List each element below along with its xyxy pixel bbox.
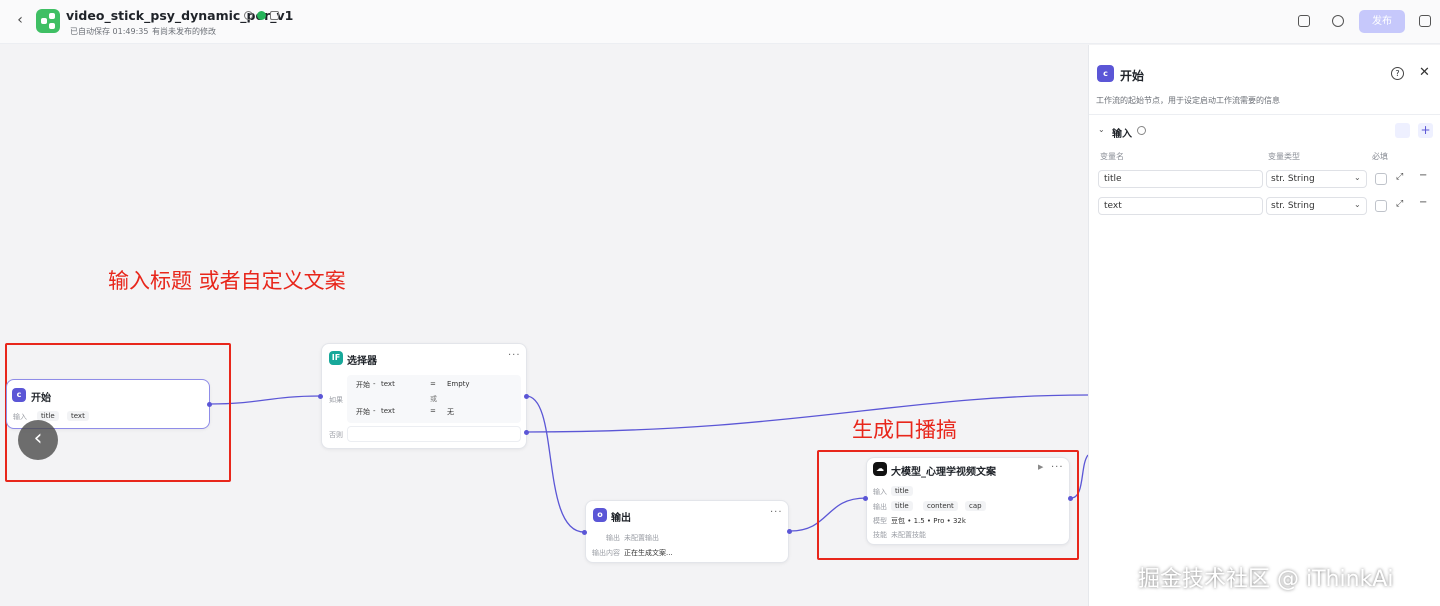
panel-title: 开始: [1120, 69, 1145, 83]
llm-input-label: 输入: [873, 488, 887, 496]
panel-start-icon: c: [1097, 65, 1114, 82]
publish-button[interactable]: 发布: [1359, 10, 1405, 33]
output-node-icon: o: [593, 508, 607, 522]
close-icon[interactable]: ✕: [1419, 65, 1430, 80]
input-section-title: 输入: [1112, 129, 1132, 140]
cond2-sep: -: [373, 407, 376, 415]
expand-icon[interactable]: ⤢: [1396, 199, 1403, 209]
workflow-logo-icon: [36, 9, 60, 33]
copy-icon[interactable]: [1298, 15, 1310, 27]
output-output-port[interactable]: [787, 529, 792, 534]
start-node-title: 开始: [31, 393, 51, 404]
cond1-value[interactable]: Empty: [447, 380, 470, 388]
content-value: 正在生成文案...: [624, 549, 673, 557]
more-icon[interactable]: ···: [508, 350, 521, 361]
col-name-header: 变量名: [1100, 152, 1124, 161]
llm-node[interactable]: ☁ 大模型_心理学视频文案 ▶ ··· 输入 title 输出 title co…: [866, 457, 1070, 545]
panel-description: 工作流的起始节点，用于设定启动工作流需要的信息: [1096, 96, 1280, 105]
verified-icon: [257, 11, 266, 20]
annotation-input-note: 输入标题 或者自定义文案: [108, 269, 346, 293]
llm-output-chip: content: [923, 501, 958, 511]
help-icon[interactable]: ?: [1391, 67, 1404, 80]
variable-type-select[interactable]: str. String: [1266, 170, 1367, 188]
remove-icon[interactable]: −: [1419, 197, 1427, 208]
chevron-down-icon: ⌄: [1354, 173, 1361, 182]
cond1-var[interactable]: text: [381, 380, 395, 388]
unpublished-status: 有尚未发布的修改: [152, 27, 216, 36]
history-icon[interactable]: [1332, 15, 1344, 27]
selector-node[interactable]: IF 选择器 ··· 如果 开始 - text = Empty 或 开始 - t…: [321, 343, 527, 449]
selector-else-port[interactable]: [524, 430, 529, 435]
info-icon[interactable]: [1137, 126, 1146, 135]
divider: [1089, 114, 1440, 115]
output-value: 未配置输出: [624, 534, 659, 542]
variable-name-input[interactable]: text: [1098, 197, 1263, 215]
llm-output-chip: title: [891, 501, 913, 511]
llm-output-chip: cap: [965, 501, 986, 511]
top-bar: ‹ video_stick_psy_dynamic_por_v1 已自动保存 0…: [0, 0, 1440, 44]
cond2-op[interactable]: =: [430, 407, 436, 415]
output-label: 输出: [606, 534, 620, 542]
llm-model-label: 模型: [873, 517, 887, 525]
variable-name-input[interactable]: title: [1098, 170, 1263, 188]
cond2-value[interactable]: 无: [447, 407, 454, 417]
chevron-down-icon: ⌄: [1354, 200, 1361, 209]
more-icon[interactable]: ···: [770, 507, 783, 518]
selector-node-title: 选择器: [347, 356, 377, 367]
required-checkbox[interactable]: [1375, 173, 1387, 185]
start-chip: text: [67, 411, 89, 421]
cond1-op[interactable]: =: [430, 380, 436, 388]
required-checkbox[interactable]: [1375, 200, 1387, 212]
remove-icon[interactable]: −: [1419, 170, 1427, 181]
content-label: 输出内容: [592, 549, 620, 557]
edge-selector-else: [525, 394, 1088, 433]
llm-model-value[interactable]: 豆包 • 1.5 • Pro • 32k: [891, 516, 966, 526]
llm-input-chip: title: [891, 486, 913, 496]
if-label: 如果: [329, 396, 343, 404]
edge-selector-output: [525, 395, 585, 533]
duplicate-icon[interactable]: [1419, 15, 1431, 27]
output-node[interactable]: o 输出 ··· 输出 未配置输出 输出内容 正在生成文案...: [585, 500, 789, 563]
info-icon[interactable]: [244, 11, 253, 20]
variable-type-select[interactable]: str. String: [1266, 197, 1367, 215]
llm-skill-label: 技能: [873, 531, 887, 539]
edit-icon[interactable]: [270, 11, 279, 20]
back-icon[interactable]: ‹: [12, 12, 28, 28]
llm-node-title: 大模型_心理学视频文案: [891, 467, 996, 478]
more-icon[interactable]: ···: [1051, 462, 1064, 473]
run-icon[interactable]: ▶: [1038, 463, 1043, 471]
selector-input-port[interactable]: [318, 394, 323, 399]
import-icon[interactable]: [1395, 123, 1410, 138]
col-required-header: 必填: [1372, 152, 1388, 161]
llm-skill-value: 未配置技能: [891, 531, 926, 539]
cond2-source: 开始: [356, 408, 370, 416]
llm-output-port[interactable]: [1068, 496, 1073, 501]
llm-input-port[interactable]: [863, 496, 868, 501]
else-branch: [347, 426, 521, 442]
add-variable-icon[interactable]: +: [1418, 123, 1433, 138]
output-node-title: 输出: [611, 513, 631, 524]
cond1-sep: -: [373, 380, 376, 388]
selector-if-port[interactable]: [524, 394, 529, 399]
expand-icon[interactable]: ⤢: [1396, 172, 1403, 182]
start-input-label: 输入: [13, 413, 27, 421]
llm-output-label: 输出: [873, 503, 887, 511]
annotation-script-note: 生成口播搞: [852, 418, 957, 442]
or-label: 或: [430, 395, 437, 403]
else-label: 否则: [329, 431, 343, 439]
output-input-port[interactable]: [582, 530, 587, 535]
if-icon: IF: [329, 351, 343, 365]
workflow-canvas[interactable]: 输入标题 或者自定义文案 c 开始 输入 title text ‹ IF 选择器…: [0, 45, 1088, 606]
watermark: 掘金技术社区 @ iThinkAi: [1138, 567, 1394, 592]
cond1-source: 开始: [356, 381, 370, 389]
llm-node-icon: ☁: [873, 462, 887, 476]
col-type-header: 变量类型: [1268, 152, 1300, 161]
autosave-status: 已自动保存 01:49:35: [70, 27, 149, 36]
start-node-icon: c: [12, 388, 26, 402]
cond2-var[interactable]: text: [381, 407, 395, 415]
collapse-panel-button[interactable]: ‹: [18, 420, 58, 460]
chevron-down-icon[interactable]: ⌄: [1098, 125, 1105, 134]
start-output-port[interactable]: [207, 402, 212, 407]
